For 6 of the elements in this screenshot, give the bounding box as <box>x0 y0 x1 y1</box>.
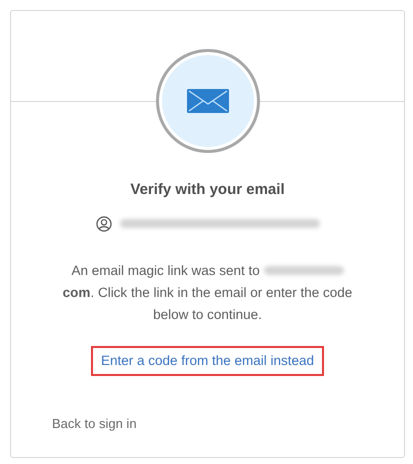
message: An email magic link was sent to com. Click the link in the email or enter the code below to continue. <box>62 262 354 324</box>
back-to-sign-in-link[interactable]: Back to sign in <box>52 414 404 434</box>
heading: Verify with your email <box>129 180 286 200</box>
enter-code-link[interactable]: Enter a code from the email instead <box>90 346 324 376</box>
envelope-icon <box>186 89 228 113</box>
user-icon <box>96 216 112 232</box>
